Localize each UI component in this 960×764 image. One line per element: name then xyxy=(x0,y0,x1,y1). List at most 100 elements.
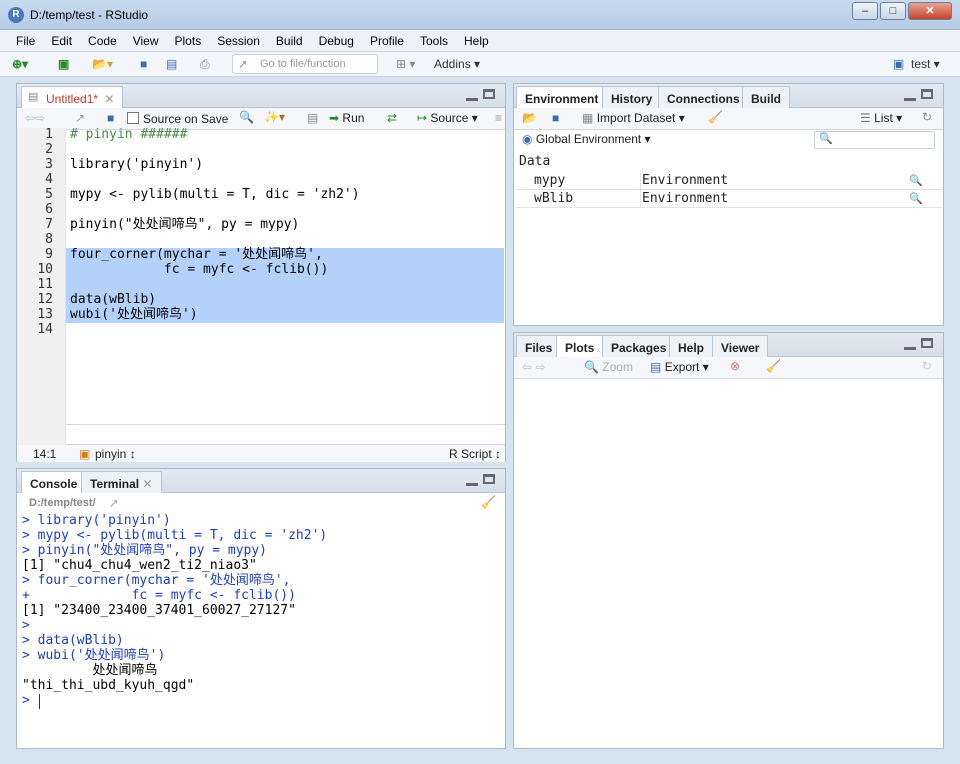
code-line[interactable]: mypy <- pylib(multi = T, dic = 'zh2') xyxy=(70,187,360,202)
run-button[interactable]: ➡ Run xyxy=(329,111,364,125)
search-icon[interactable]: 🔍 xyxy=(239,110,254,124)
line-number: 13 xyxy=(37,307,53,322)
env-search-input[interactable]: 🔍 xyxy=(814,131,935,149)
doc-outline-icon[interactable]: ≡ xyxy=(495,111,502,125)
tab-terminal[interactable]: Terminal ✕ xyxy=(81,471,162,493)
code-line[interactable]: pinyin("处处闻啼鸟", py = mypy) xyxy=(70,217,299,232)
tab-build[interactable]: Build xyxy=(742,86,790,108)
refresh-plots-icon[interactable]: ↻ xyxy=(922,359,932,373)
line-number: 14 xyxy=(37,322,53,337)
menu-edit[interactable]: Edit xyxy=(41,30,78,48)
open-file-icon[interactable]: 📂▾ xyxy=(92,56,113,73)
minimize-pane-icon[interactable] xyxy=(466,91,478,101)
import-dataset-button[interactable]: ▦ Import Dataset ▾ xyxy=(582,111,685,125)
view-mode-menu[interactable]: ☰ List ▾ xyxy=(860,111,902,125)
close-tab-icon[interactable]: ✕ xyxy=(104,92,114,106)
file-type-menu[interactable]: R Script ↕ xyxy=(449,447,501,461)
tab-history[interactable]: History xyxy=(602,86,662,108)
source-on-save-checkbox[interactable] xyxy=(127,112,139,124)
env-row[interactable]: mypy Environment 🔍 xyxy=(516,172,942,190)
line-number: 2 xyxy=(45,142,53,157)
clear-plots-icon[interactable]: 🧹 xyxy=(766,359,781,373)
compile-report-icon[interactable]: ▤ xyxy=(307,111,318,125)
clear-console-icon[interactable]: 🧹 xyxy=(481,495,496,509)
maximize-pane-icon[interactable] xyxy=(483,89,495,99)
code-line[interactable]: data(wBlib) xyxy=(70,292,156,307)
pane-layout-icon[interactable]: ⊞ ▾ xyxy=(396,56,415,73)
addins-menu[interactable]: Addins ▾ xyxy=(434,56,480,73)
clear-env-icon[interactable]: 🧹 xyxy=(708,110,723,124)
menu-build[interactable]: Build xyxy=(266,30,309,48)
menu-profile[interactable]: Profile xyxy=(360,30,410,48)
minimize-console-icon[interactable] xyxy=(466,476,478,486)
menu-tools[interactable]: Tools xyxy=(410,30,454,48)
project-name: test xyxy=(911,57,931,71)
tab-packages[interactable]: Packages xyxy=(602,335,676,357)
scope-menu[interactable]: ◉ Global Environment ▾ xyxy=(522,132,651,146)
plot-back-icon[interactable]: ⇦ ⇨ xyxy=(522,360,545,374)
tab-console[interactable]: Console xyxy=(21,471,87,494)
save-doc-icon[interactable]: ■ xyxy=(107,111,114,125)
terminal-tab-label: Terminal xyxy=(90,477,140,491)
new-file-icon[interactable]: ⊕▾ xyxy=(12,56,28,73)
zoom-button[interactable]: 🔍 Zoom xyxy=(584,360,633,374)
menu-view[interactable]: View xyxy=(123,30,165,48)
section-navigator[interactable]: pinyin ↕ xyxy=(95,447,136,461)
code-line[interactable]: # pinyin ###### xyxy=(70,127,187,142)
export-button[interactable]: ▤ Export ▾ xyxy=(650,360,709,374)
new-project-icon[interactable]: ▣ xyxy=(58,56,69,73)
goto-file-input[interactable]: Go to file/function xyxy=(232,54,378,74)
back-icon[interactable]: ⇦⇨ xyxy=(25,111,45,125)
env-row[interactable]: wBlib Environment 🔍 xyxy=(516,190,942,208)
show-in-window-icon[interactable]: ↗ xyxy=(75,111,85,125)
tab-files[interactable]: Files xyxy=(516,335,562,357)
env-scope-bar: ◉ Global Environment ▾ 🔍 xyxy=(514,130,943,152)
tab-connections[interactable]: Connections xyxy=(658,86,749,108)
goto-dir-icon[interactable]: ➚ xyxy=(109,496,119,510)
source-button[interactable]: ↦ Source ▾ xyxy=(417,111,478,125)
minimize-button[interactable]: – xyxy=(852,2,878,20)
tab-viewer[interactable]: Viewer xyxy=(712,335,769,357)
menu-plots[interactable]: Plots xyxy=(165,30,208,48)
menu-code[interactable]: Code xyxy=(78,30,123,48)
minimize-env-icon[interactable] xyxy=(904,91,916,101)
save-workspace-icon[interactable]: ■ xyxy=(552,111,559,125)
code-line[interactable]: fc = myfc <- fclib()) xyxy=(70,262,328,277)
view-data-icon[interactable]: 🔍 xyxy=(909,190,923,208)
console-line: > xyxy=(22,693,30,708)
close-terminal-icon[interactable]: ✕ xyxy=(142,477,152,491)
code-line[interactable]: library('pinyin') xyxy=(70,157,203,172)
run-arrow-icon: ➡ xyxy=(329,111,340,125)
menu-file[interactable]: File xyxy=(0,30,41,48)
editor-statusbar: 14:1 ▣ pinyin ↕ R Script ↕ xyxy=(17,444,505,462)
console-line: 处处闻啼鸟 xyxy=(22,663,158,678)
tab-help[interactable]: Help xyxy=(669,335,714,357)
view-data-icon[interactable]: 🔍 xyxy=(909,172,923,190)
load-workspace-icon[interactable]: 📂 xyxy=(522,111,537,125)
tab-plots[interactable]: Plots xyxy=(556,335,604,358)
maximize-console-icon[interactable] xyxy=(483,474,495,484)
scope-label: Global Environment xyxy=(535,132,642,146)
print-icon[interactable]: ⎙ xyxy=(200,56,210,73)
code-line[interactable]: wubi('处处闻啼鸟') xyxy=(70,307,198,322)
maximize-plots-icon[interactable] xyxy=(921,338,933,348)
maximize-env-icon[interactable] xyxy=(921,89,933,99)
rstudio-logo-icon: R xyxy=(8,7,24,23)
maximize-button[interactable]: □ xyxy=(880,2,906,20)
refresh-icon[interactable]: ↻ xyxy=(922,110,932,124)
save-icon[interactable]: ■ xyxy=(140,56,147,73)
menu-session[interactable]: Session xyxy=(207,30,266,48)
rerun-icon[interactable]: ⇄ xyxy=(387,111,397,125)
menu-help[interactable]: Help xyxy=(454,30,495,48)
save-all-icon[interactable]: ▤ xyxy=(166,56,177,73)
tab-environment[interactable]: Environment xyxy=(516,86,608,109)
env-var-value: Environment xyxy=(642,173,729,188)
minimize-plots-icon[interactable] xyxy=(904,340,916,350)
code-tools-icon[interactable]: ✨▾ xyxy=(264,110,285,124)
remove-plot-icon[interactable]: ⊗ xyxy=(730,359,740,373)
menu-debug[interactable]: Debug xyxy=(309,30,360,48)
project-menu[interactable]: test ▾ xyxy=(911,56,940,73)
console-cursor xyxy=(39,694,40,709)
close-button[interactable]: ✕ xyxy=(908,2,952,20)
code-line[interactable]: four_corner(mychar = '处处闻啼鸟', xyxy=(70,247,323,262)
